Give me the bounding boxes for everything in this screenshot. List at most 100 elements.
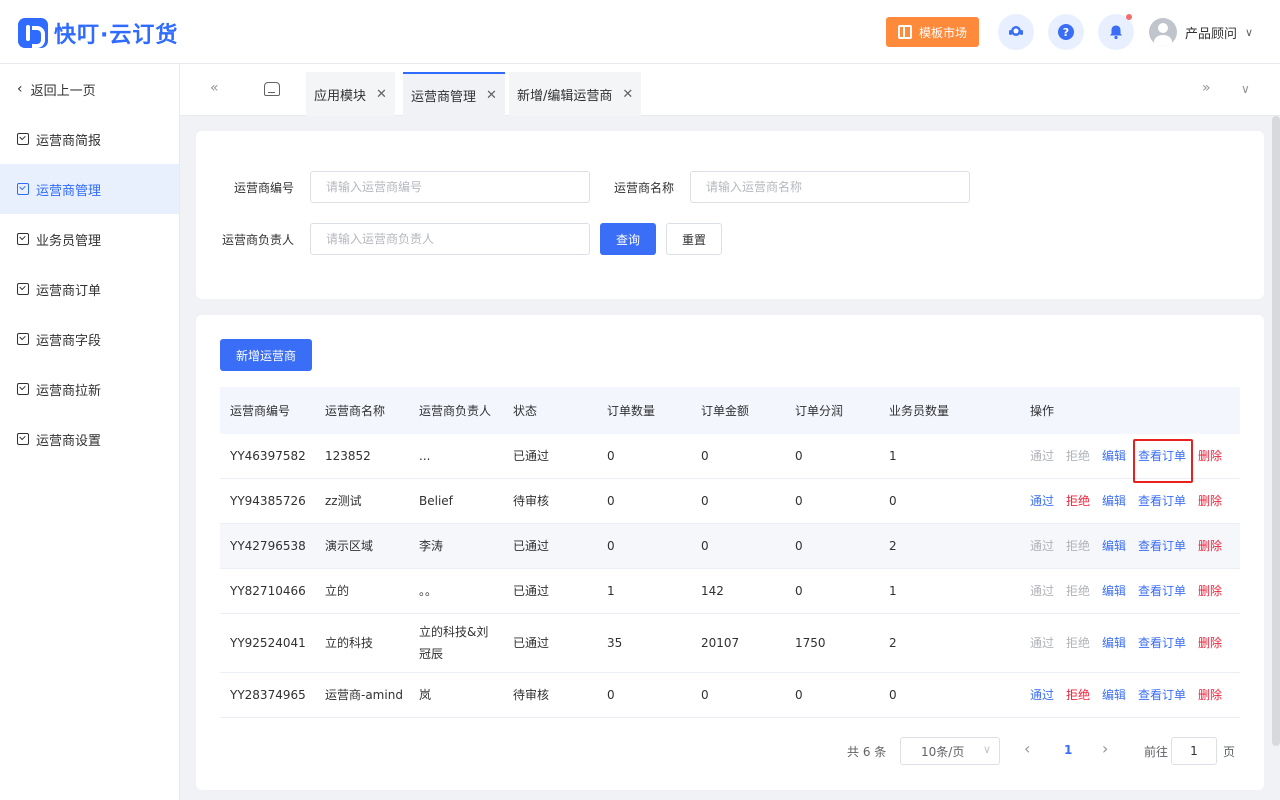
sidebar-item-operator-orders[interactable]: 运营商订单 bbox=[0, 264, 179, 314]
delete-link[interactable]: 删除 bbox=[1198, 445, 1228, 467]
order-profit-cell: 0 bbox=[795, 494, 803, 508]
view-orders-link[interactable]: 查看订单 bbox=[1138, 580, 1198, 602]
template-market-button[interactable]: 模板市场 bbox=[886, 17, 979, 47]
logo-text: 快叮·云订货 bbox=[54, 23, 179, 48]
operations-cell: 通过 拒绝 编辑 查看订单 删除 bbox=[1020, 535, 1240, 557]
staff-count-cell: 2 bbox=[889, 539, 897, 553]
notification-button[interactable] bbox=[1098, 14, 1134, 50]
sidebar-item-label: 运营商设置 bbox=[36, 433, 102, 449]
page-size-value: 10条/页 bbox=[921, 744, 965, 759]
tab-label: 应用模块 bbox=[314, 88, 367, 104]
order-amount-cell: 0 bbox=[701, 494, 709, 508]
close-icon[interactable]: ✕ bbox=[376, 87, 387, 102]
operations-cell: 通过 拒绝 编辑 查看订单 删除 bbox=[1020, 580, 1240, 602]
view-orders-link[interactable]: 查看订单 bbox=[1138, 490, 1198, 512]
delete-link[interactable]: 删除 bbox=[1198, 580, 1228, 602]
user-menu[interactable]: 产品顾问 ∨ bbox=[1149, 18, 1253, 46]
edit-link[interactable]: 编辑 bbox=[1102, 490, 1138, 512]
order-count-cell: 0 bbox=[607, 449, 615, 463]
page-suffix: 页 bbox=[1223, 745, 1236, 759]
approve-link: 通过 bbox=[1030, 584, 1055, 598]
tabs-scroll-left-icon[interactable]: « bbox=[210, 80, 219, 96]
home-icon[interactable] bbox=[264, 82, 280, 96]
tabs-bar: « 应用模块 ✕ 运营商管理 ✕ 新增/编辑运营商 ✕ » ∨ bbox=[180, 64, 1280, 116]
operator-name-input[interactable] bbox=[690, 171, 970, 203]
operator-code-cell: YY46397582 bbox=[230, 449, 306, 463]
operator-name-label: 运营商名称 bbox=[613, 181, 674, 195]
operator-code-cell: YY42796538 bbox=[230, 539, 306, 553]
edit-link[interactable]: 编辑 bbox=[1102, 632, 1138, 654]
checkbox-icon bbox=[17, 133, 29, 145]
sidebar-item-operator-management[interactable]: 运营商管理 bbox=[0, 164, 179, 214]
top-header: 快叮·云订货 模板市场 ? 产品顾问 ∨ bbox=[0, 0, 1280, 64]
order-profit-cell: 1750 bbox=[795, 636, 826, 650]
sidebar-item-label: 运营商拉新 bbox=[36, 383, 102, 399]
delete-link[interactable]: 删除 bbox=[1198, 535, 1228, 557]
search-form: 运营商编号 运营商名称 运营商负责人 查询 重置 bbox=[196, 131, 1264, 299]
approve-link[interactable]: 通过 bbox=[1030, 684, 1066, 706]
table-row: YY92524041 立的科技 立的科技&刘冠辰 已通过 35 20107 17… bbox=[220, 614, 1240, 673]
goto-label: 前往 bbox=[1144, 745, 1169, 759]
column-header: 订单分润 bbox=[795, 403, 844, 418]
column-header: 运营商名称 bbox=[325, 403, 386, 418]
sidebar-item-operator-acquisition[interactable]: 运营商拉新 bbox=[0, 364, 179, 414]
close-icon[interactable]: ✕ bbox=[486, 88, 497, 103]
checkbox-icon bbox=[17, 333, 29, 345]
back-button[interactable]: ‹ 返回上一页 bbox=[0, 64, 179, 114]
reject-link[interactable]: 拒绝 bbox=[1066, 684, 1102, 706]
table-row: YY82710466 立的 。。 已通过 1 142 0 1 通过 拒绝 编辑 … bbox=[220, 569, 1240, 614]
tab-add-edit-operator[interactable]: 新增/编辑运营商 ✕ bbox=[509, 72, 642, 116]
edit-link[interactable]: 编辑 bbox=[1102, 684, 1138, 706]
logo[interactable]: 快叮·云订货 bbox=[18, 17, 178, 49]
view-orders-link[interactable]: 查看订单 bbox=[1138, 684, 1198, 706]
table-row: YY46397582 123852 ... 已通过 0 0 0 1 通过 拒绝 … bbox=[220, 434, 1240, 479]
tabs-scroll-right-icon[interactable]: » bbox=[1202, 80, 1211, 96]
scrollbar[interactable] bbox=[1272, 116, 1280, 746]
query-button[interactable]: 查询 bbox=[600, 223, 656, 255]
staff-count-cell: 0 bbox=[889, 494, 897, 508]
delete-link[interactable]: 删除 bbox=[1198, 632, 1228, 654]
tab-operator-management[interactable]: 运营商管理 ✕ bbox=[403, 72, 505, 116]
help-button[interactable]: ? bbox=[1048, 14, 1084, 50]
tabs-more-icon[interactable]: ∨ bbox=[1241, 82, 1250, 96]
close-icon[interactable]: ✕ bbox=[622, 87, 633, 102]
column-header: 操作 bbox=[1030, 403, 1055, 418]
staff-count-cell: 1 bbox=[889, 449, 897, 463]
operations-cell: 通过 拒绝 编辑 查看订单 删除 bbox=[1020, 632, 1240, 654]
sidebar-item-operator-fields[interactable]: 运营商字段 bbox=[0, 314, 179, 364]
delete-link[interactable]: 删除 bbox=[1198, 490, 1228, 512]
goto-page-input[interactable]: 1 bbox=[1171, 737, 1217, 765]
page-size-select[interactable]: 10条/页 ∨ bbox=[900, 737, 1000, 765]
customer-service-button[interactable] bbox=[998, 14, 1034, 50]
sidebar-item-label: 运营商管理 bbox=[36, 183, 102, 199]
sidebar-item-operator-settings[interactable]: 运营商设置 bbox=[0, 414, 179, 464]
sidebar-item-label: 运营商字段 bbox=[36, 333, 102, 349]
avatar bbox=[1149, 18, 1177, 46]
reject-link: 拒绝 bbox=[1066, 539, 1091, 553]
tab-app-modules[interactable]: 应用模块 ✕ bbox=[306, 72, 395, 116]
sidebar-item-briefing[interactable]: 运营商简报 bbox=[0, 114, 179, 164]
page-number-current[interactable]: 1 bbox=[1064, 743, 1072, 757]
operator-owner-input[interactable] bbox=[310, 223, 590, 255]
reject-link[interactable]: 拒绝 bbox=[1066, 490, 1102, 512]
table-header: 运营商编号 运营商名称 运营商负责人 状态 订单数量 订单金额 订单分润 业务员… bbox=[220, 387, 1240, 434]
approve-link[interactable]: 通过 bbox=[1030, 490, 1066, 512]
column-header: 运营商负责人 bbox=[419, 403, 492, 418]
reject-link: 拒绝 bbox=[1066, 584, 1091, 598]
edit-link[interactable]: 编辑 bbox=[1102, 580, 1138, 602]
sidebar-item-label: 运营商简报 bbox=[36, 133, 102, 149]
add-operator-button[interactable]: 新增运营商 bbox=[220, 339, 312, 371]
order-count-cell: 0 bbox=[607, 688, 615, 702]
checkbox-icon bbox=[17, 183, 29, 195]
prev-page-icon[interactable]: ‹ bbox=[1024, 739, 1030, 758]
operator-code-input[interactable] bbox=[310, 171, 590, 203]
table-row: YY94385726 zz测试 Belief 待审核 0 0 0 0 通过 拒绝… bbox=[220, 479, 1240, 524]
view-orders-link[interactable]: 查看订单 bbox=[1138, 632, 1198, 654]
next-page-icon[interactable]: › bbox=[1102, 739, 1108, 758]
view-orders-link[interactable]: 查看订单 bbox=[1138, 535, 1198, 557]
delete-link[interactable]: 删除 bbox=[1198, 684, 1228, 706]
template-market-label: 模板市场 bbox=[918, 25, 967, 40]
reset-button[interactable]: 重置 bbox=[666, 223, 722, 255]
edit-link[interactable]: 编辑 bbox=[1102, 535, 1138, 557]
sidebar-item-staff-management[interactable]: 业务员管理 bbox=[0, 214, 179, 264]
